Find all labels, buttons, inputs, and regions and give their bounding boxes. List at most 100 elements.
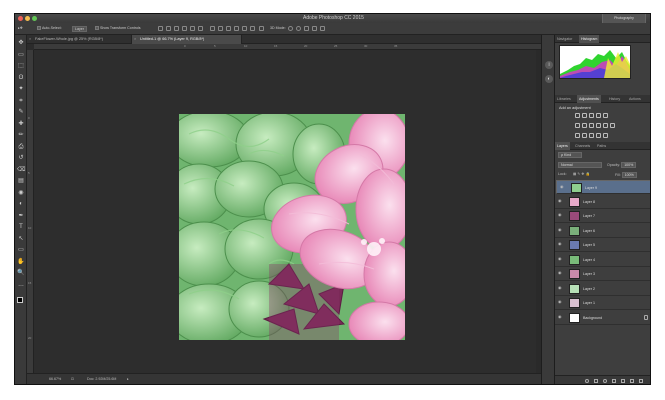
tab-channels[interactable]: Channels xyxy=(573,142,592,150)
blur-tool-icon[interactable]: ◉ xyxy=(17,189,25,197)
distribute-top-icon[interactable] xyxy=(210,26,215,31)
color-panel-icon[interactable]: ◐ xyxy=(545,75,553,83)
selective-color-icon[interactable] xyxy=(596,133,601,138)
more-tools-icon[interactable]: … xyxy=(17,281,25,289)
vibrance-icon[interactable] xyxy=(603,113,608,118)
3d-drag-icon[interactable] xyxy=(304,26,309,31)
lock-all-icon[interactable]: 🔒 xyxy=(585,172,589,176)
quick-select-tool-icon[interactable]: ✦ xyxy=(17,85,25,93)
brush-tool-icon[interactable]: ✏ xyxy=(17,131,25,139)
lasso-tool-icon[interactable]: ʘ xyxy=(17,74,25,82)
layer-thumbnail[interactable] xyxy=(569,298,580,308)
healing-brush-tool-icon[interactable]: ✚ xyxy=(17,120,25,128)
zoom-tool-icon[interactable]: 🔍 xyxy=(17,269,25,277)
eraser-tool-icon[interactable]: ⌫ xyxy=(17,166,25,174)
layer-name[interactable]: Layer 6 xyxy=(583,229,595,233)
tab-histogram[interactable]: Histogram xyxy=(579,35,600,43)
tab-adjustments[interactable]: Adjustments xyxy=(577,95,601,103)
layer-name[interactable]: Layer 1 xyxy=(583,301,595,305)
align-top-icon[interactable] xyxy=(158,26,163,31)
eyedropper-tool-icon[interactable]: ✎ xyxy=(17,108,25,116)
layer-name[interactable]: Background xyxy=(583,316,602,320)
minimize-window-icon[interactable] xyxy=(25,16,30,21)
visibility-eye-icon[interactable]: ◉ xyxy=(558,285,563,290)
visibility-eye-icon[interactable]: ◉ xyxy=(558,314,563,319)
visibility-eye-icon[interactable]: ◉ xyxy=(558,213,563,217)
layer-row[interactable]: ◉ Layer 4 xyxy=(555,253,650,267)
layer-thumbnail[interactable] xyxy=(569,283,580,294)
canvas-area[interactable] xyxy=(34,50,541,373)
tab-paths[interactable]: Paths xyxy=(595,142,608,150)
exposure-icon[interactable] xyxy=(596,113,601,118)
opacity-value[interactable]: 100% xyxy=(621,162,637,168)
fill-control[interactable]: Fill: 100% xyxy=(615,172,637,178)
move-tool-icon[interactable]: ✥ xyxy=(17,39,25,47)
brightness-contrast-icon[interactable] xyxy=(575,113,580,118)
layer-thumbnail[interactable] xyxy=(569,269,580,279)
tab-layers[interactable]: Layers xyxy=(555,142,570,150)
posterize-icon[interactable] xyxy=(582,133,587,138)
align-center-icon[interactable] xyxy=(190,26,195,31)
align-middle-icon[interactable] xyxy=(166,26,171,31)
align-right-icon[interactable] xyxy=(198,26,203,31)
3d-slide-icon[interactable] xyxy=(312,26,317,31)
photo-filter-icon[interactable] xyxy=(596,123,601,128)
color-balance-icon[interactable] xyxy=(582,123,587,128)
threshold-icon[interactable] xyxy=(589,133,594,138)
blend-mode-dropdown[interactable]: Normal xyxy=(558,162,602,168)
opacity-control[interactable]: Opacity: 100% xyxy=(607,162,637,168)
ruler-vertical[interactable]: 0 5 10 15 20 xyxy=(27,50,34,373)
maximize-window-icon[interactable] xyxy=(32,16,37,21)
crop-tool-icon[interactable]: ⌗ xyxy=(17,97,25,105)
fill-value[interactable]: 100% xyxy=(621,172,637,178)
clone-stamp-tool-icon[interactable]: ⎙ xyxy=(17,143,25,151)
tab-libraries[interactable]: Libraries xyxy=(555,95,573,103)
distribute-left-icon[interactable] xyxy=(234,26,239,31)
3d-roll-icon[interactable] xyxy=(296,26,301,31)
new-layer-icon[interactable] xyxy=(630,379,634,383)
layer-thumbnail[interactable] xyxy=(569,254,580,265)
visibility-eye-icon[interactable]: ◉ xyxy=(558,300,563,304)
gradient-map-icon[interactable] xyxy=(603,133,608,138)
hand-tool-icon[interactable]: ✋ xyxy=(17,258,25,266)
align-bottom-icon[interactable] xyxy=(174,26,179,31)
distribute-right-icon[interactable] xyxy=(250,26,255,31)
layer-row[interactable]: ◉ Layer 8 xyxy=(555,195,650,209)
layer-row[interactable]: ◉ Layer 7 xyxy=(555,209,650,223)
hue-saturation-icon[interactable] xyxy=(575,123,580,128)
lock-transparent-icon[interactable]: ▦ xyxy=(573,172,576,176)
close-window-icon[interactable] xyxy=(18,16,23,21)
visibility-eye-icon[interactable]: ◉ xyxy=(558,271,563,275)
layer-thumbnail[interactable] xyxy=(569,225,580,236)
visibility-eye-icon[interactable]: ◉ xyxy=(558,227,563,232)
status-arrow-icon[interactable]: ▸ xyxy=(127,377,129,381)
pen-tool-icon[interactable]: ✒ xyxy=(17,212,25,220)
layer-row[interactable]: ◉ Background xyxy=(555,311,650,325)
status-menu-icon[interactable]: ⊡ xyxy=(71,377,74,381)
tab-untitled-1[interactable]: × Untitled-1 @ 66.7% (Layer 9, RGB/8*) xyxy=(132,35,242,44)
dodge-tool-icon[interactable]: ◐ xyxy=(17,200,25,208)
layer-row[interactable]: ◉ Layer 5 xyxy=(555,238,650,252)
layer-thumbnail[interactable] xyxy=(569,240,580,250)
zoom-level[interactable]: 66.67% xyxy=(49,377,61,381)
layer-row[interactable]: ◉ Layer 6 xyxy=(555,224,650,238)
foreground-color-swatch[interactable] xyxy=(17,297,23,303)
layer-thumbnail[interactable] xyxy=(571,183,582,193)
info-panel-icon[interactable]: i xyxy=(545,61,553,69)
distribute-bottom-icon[interactable] xyxy=(226,26,231,31)
marquee-tool-icon[interactable]: ⬚ xyxy=(17,62,25,70)
layer-name[interactable]: Layer 5 xyxy=(583,243,595,247)
levels-icon[interactable] xyxy=(582,113,587,118)
path-select-tool-icon[interactable]: ↖ xyxy=(17,235,25,243)
gradient-tool-icon[interactable]: ▤ xyxy=(17,177,25,185)
lock-position-icon[interactable]: ✥ xyxy=(581,172,584,176)
layer-name[interactable]: Layer 4 xyxy=(583,258,595,262)
type-tool-icon[interactable]: T xyxy=(17,223,25,231)
document-canvas[interactable] xyxy=(179,114,405,340)
color-lookup-icon[interactable] xyxy=(610,123,615,128)
artboard-tool-icon[interactable]: ▭ xyxy=(17,51,25,59)
kind-filter[interactable]: ρ Kind xyxy=(558,152,582,158)
invert-icon[interactable] xyxy=(575,133,580,138)
lock-image-icon[interactable]: ✎ xyxy=(577,172,580,176)
new-group-icon[interactable] xyxy=(621,379,625,383)
